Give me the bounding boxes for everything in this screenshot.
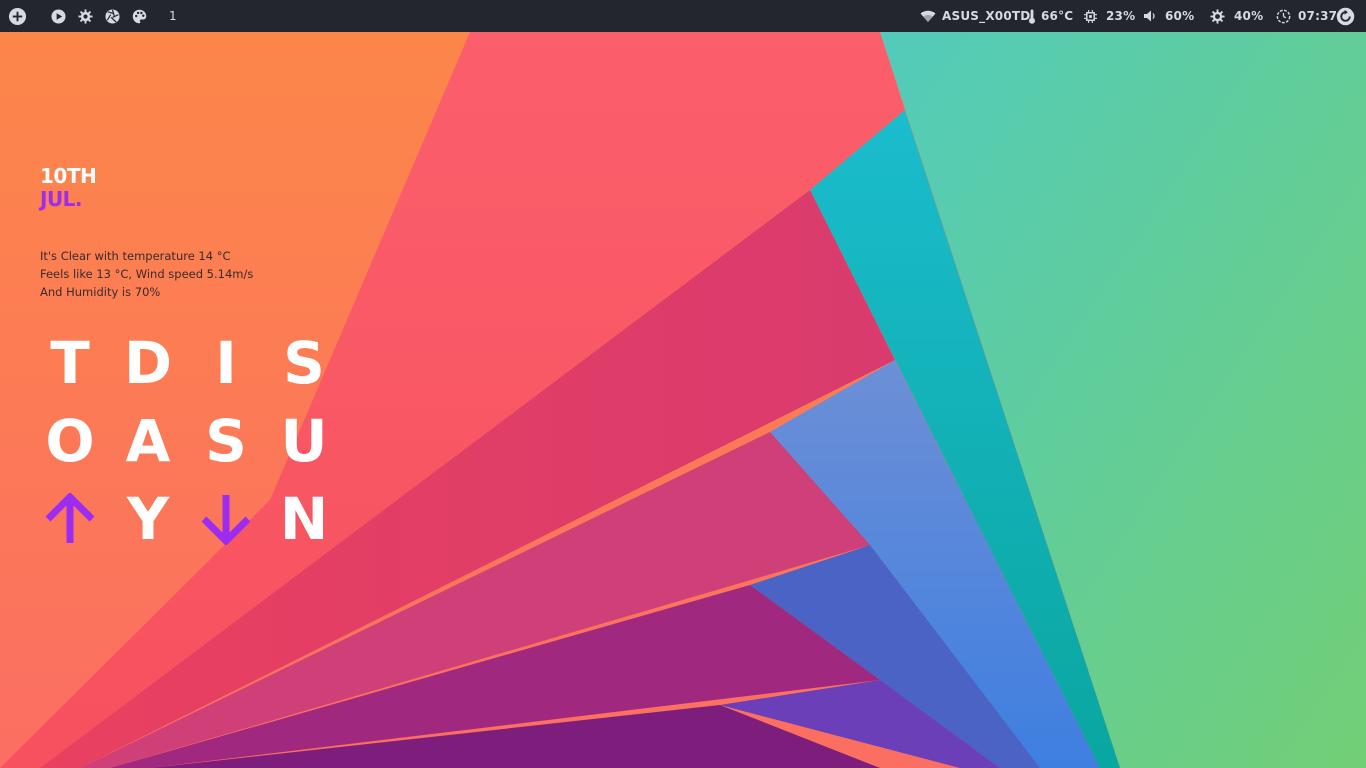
grid-letter: O: [45, 407, 95, 475]
grid-letter: U: [280, 407, 328, 475]
grid-letter: T: [50, 329, 90, 397]
weather-info: It's Clear with temperature 14 °C Feels …: [40, 247, 253, 301]
arrow-down-icon-graphic: [201, 495, 251, 545]
grid-letter: A: [125, 407, 171, 475]
temperature-status[interactable]: 66°C: [1028, 0, 1073, 32]
date-month: JUL.: [40, 187, 83, 211]
arrow-up-icon: ↑: [40, 486, 100, 552]
wifi-status[interactable]: ASUS_X00TD: [920, 0, 1030, 32]
grid-letter: D: [123, 329, 173, 397]
brightness-status[interactable]: 40%: [1210, 0, 1263, 32]
power-restart-icon: [1336, 7, 1355, 26]
grid-letter: N: [279, 485, 329, 553]
workspace-number: 1: [169, 9, 177, 23]
word-clock-grid: T D I S O A S U ↑ Y ↓ N: [40, 329, 360, 560]
plus-circle-icon: [8, 7, 27, 26]
clock-icon: [1276, 9, 1291, 24]
arrow-up-icon-graphic: [45, 493, 95, 543]
power-menu-button[interactable]: [1336, 0, 1355, 32]
weather-line: It's Clear with temperature 14 °C: [40, 249, 231, 263]
wifi-ssid: ASUS_X00TD: [942, 9, 1031, 23]
workspace-indicator[interactable]: 1: [169, 0, 177, 32]
arrow-down-icon: ↓: [196, 486, 256, 552]
desktop: 1 ASUS_X00TD 66°C 23% 60% 40% 07:37 10TH…: [0, 0, 1366, 768]
grid-letter: I: [215, 329, 237, 397]
add-button[interactable]: [8, 0, 27, 32]
thermometer-icon: [1028, 8, 1036, 24]
aperture-icon: [105, 8, 120, 24]
volume-status[interactable]: 60%: [1144, 0, 1194, 32]
volume-level: 60%: [1165, 9, 1195, 23]
cpu-temperature: 66°C: [1041, 9, 1074, 23]
brightness-level: 40%: [1234, 9, 1264, 23]
brightness-icon: [1210, 8, 1225, 24]
grid-letter: S: [283, 329, 325, 397]
theme-button[interactable]: [132, 0, 147, 32]
screenshot-button[interactable]: [105, 0, 120, 32]
gear-icon: [78, 8, 93, 24]
palette-icon: [132, 9, 147, 24]
weather-line: And Humidity is 70%: [40, 285, 161, 299]
cpu-icon: [1084, 9, 1097, 23]
weather-line: Feels like 13 °C, Wind speed 5.14m/s: [40, 267, 254, 281]
clock-time: 07:37: [1298, 9, 1338, 23]
volume-icon: [1144, 10, 1156, 22]
date-day: 10TH: [40, 164, 97, 188]
grid-letter: Y: [127, 485, 169, 553]
grid-letter: S: [205, 407, 247, 475]
play-button[interactable]: [51, 0, 66, 32]
clock[interactable]: 07:37: [1276, 0, 1337, 32]
cpu-status[interactable]: 23%: [1084, 0, 1135, 32]
play-circle-icon: [51, 8, 66, 24]
top-bar: 1 ASUS_X00TD 66°C 23% 60% 40% 07:37: [0, 0, 1366, 32]
settings-button[interactable]: [78, 0, 93, 32]
cpu-usage: 23%: [1106, 9, 1136, 23]
wifi-icon: [920, 10, 936, 23]
